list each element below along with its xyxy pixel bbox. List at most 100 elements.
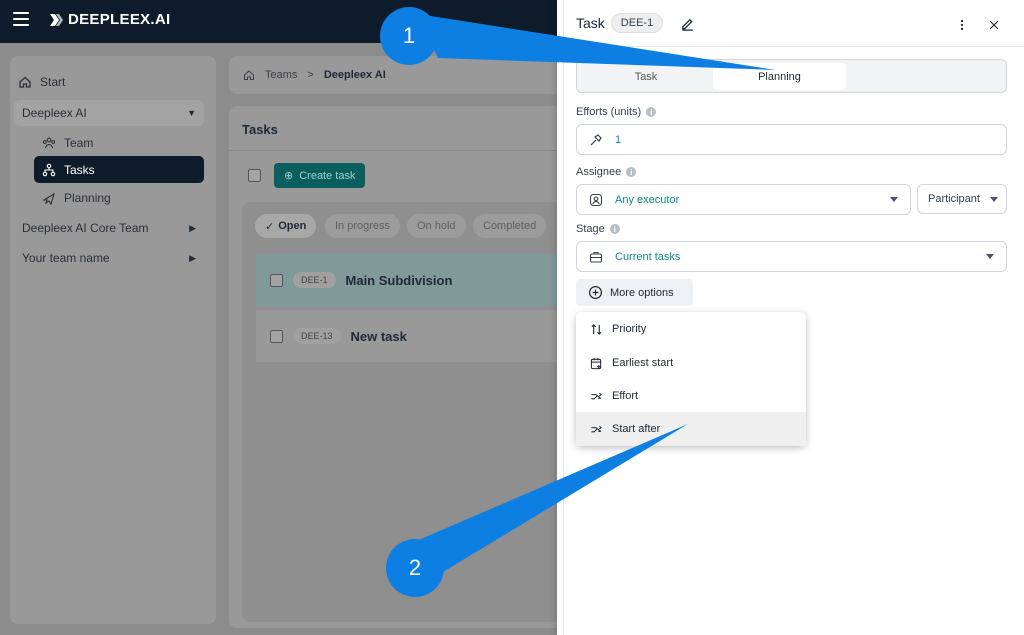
menu-icon[interactable] — [13, 12, 29, 26]
sidebar-item-label: Team — [64, 135, 94, 150]
menu-item-label: Effort — [612, 390, 639, 402]
menu-item-label: Priority — [612, 323, 647, 335]
sidebar-group-label: Deepleex AI — [22, 106, 87, 120]
divider — [563, 46, 1024, 47]
more-options-menu: Priority Earliest start Effort Start aft… — [576, 312, 806, 446]
more-options-label: More options — [610, 286, 674, 299]
chip-label: Completed — [483, 220, 537, 232]
menu-item-effort[interactable]: Effort — [576, 379, 806, 413]
hammer-icon — [590, 133, 602, 145]
sidebar-group-label: Deepleex AI Core Team — [22, 221, 149, 235]
logo-icon — [50, 13, 63, 26]
panel-header: Task DEE-1 — [576, 13, 697, 33]
task-name[interactable]: New task — [351, 329, 407, 344]
chip-label: On hold — [417, 220, 456, 232]
filter-chip-completed[interactable]: Completed — [473, 214, 547, 238]
efforts-value: 1 — [615, 133, 622, 146]
efforts-input[interactable]: 1 — [576, 124, 1007, 155]
divider — [229, 150, 569, 151]
menu-item-label: Earliest start — [612, 357, 674, 369]
tab-planning[interactable]: Planning — [713, 63, 846, 90]
callout-badge-2: 2 — [386, 539, 444, 597]
more-vertical-icon[interactable] — [952, 15, 972, 35]
calendar-plus-icon — [590, 357, 602, 369]
task-code: DEE-1 — [293, 272, 336, 288]
stage-select[interactable]: Current tasks — [576, 241, 1007, 272]
field-label-text: Assignee — [576, 166, 622, 178]
efforts-label: Efforts (units) i — [576, 106, 657, 118]
caret-right-icon: ▶ — [189, 222, 196, 233]
tasks-hierarchy-icon — [42, 163, 56, 176]
filter-chip-in-progress[interactable]: In progress — [325, 214, 401, 238]
task-detail-panel: Task DEE-1 Task Planning Efforts (units)… — [557, 0, 1024, 635]
menu-item-priority[interactable]: Priority — [576, 312, 806, 346]
participant-value: Participant — [928, 193, 980, 205]
chip-label: In progress — [335, 220, 391, 232]
caret-down-icon: ▼ — [187, 108, 196, 118]
chip-label: Open — [278, 220, 307, 232]
plus-circle-icon — [588, 285, 603, 300]
more-options-button[interactable]: More options — [576, 279, 693, 306]
menu-item-label: Start after — [612, 423, 661, 435]
stage-value: Current tasks — [615, 250, 681, 263]
info-icon[interactable]: i — [626, 167, 637, 177]
home-icon[interactable] — [243, 69, 255, 81]
menu-item-start-after[interactable]: Start after — [576, 412, 806, 446]
select-all-checkbox[interactable] — [248, 169, 261, 182]
task-code: DEE-13 — [293, 328, 341, 344]
briefcase-icon — [589, 251, 603, 263]
breadcrumb-parent[interactable]: Teams — [265, 69, 297, 81]
field-label-text: Stage — [576, 223, 605, 235]
chevron-down-icon — [890, 197, 898, 202]
create-task-label: Create task — [299, 169, 356, 182]
check-circle-icon: ✓ — [265, 220, 275, 233]
assignee-select[interactable]: Any executor — [576, 184, 911, 215]
sidebar-group-label: Your team name — [22, 251, 110, 265]
home-icon — [19, 76, 31, 88]
sidebar-item-label: Start — [40, 75, 66, 89]
team-icon — [42, 137, 56, 148]
task-name[interactable]: Main Subdivision — [346, 273, 453, 288]
breadcrumb-current: Deepleex AI — [323, 69, 386, 81]
table-row[interactable]: DEE-1 Main Subdivision — [256, 254, 569, 306]
sidebar-item-label: Planning — [64, 190, 111, 205]
filter-chip-open[interactable]: ✓ Open — [255, 214, 317, 238]
tab-task[interactable]: Task — [580, 63, 712, 90]
info-icon[interactable]: i — [609, 224, 620, 234]
assignee-label: Assignee i — [576, 166, 637, 178]
sort-arrows-icon — [591, 323, 602, 335]
task-id-badge: DEE-1 — [610, 13, 664, 33]
sidebar-group-core-team[interactable]: Deepleex AI Core Team ▶ — [14, 215, 204, 241]
sidebar-item-start[interactable]: Start — [18, 75, 65, 89]
chevron-down-icon — [986, 254, 994, 259]
row-checkbox[interactable] — [270, 273, 283, 287]
edit-pencil-icon[interactable] — [677, 13, 697, 33]
menu-item-earliest-start[interactable]: Earliest start — [576, 346, 806, 380]
callout-badge-1: 1 — [380, 7, 438, 65]
sidebar-item-planning[interactable]: Planning — [34, 184, 204, 211]
sidebar-item-tasks[interactable]: Tasks — [34, 156, 204, 183]
split-arrows-icon — [591, 425, 602, 432]
caret-right-icon: ▶ — [189, 252, 196, 263]
stage-label: Stage i — [576, 223, 620, 235]
filter-chip-on-hold[interactable]: On hold — [407, 214, 466, 238]
split-arrows-icon — [591, 392, 602, 399]
sidebar-group-deepleex-ai[interactable]: Deepleex AI ▼ — [14, 100, 204, 126]
tab-switcher: Task Planning — [576, 59, 1007, 93]
logo-text: DEEPLEEX.AI — [68, 11, 171, 28]
breadcrumb-separator: > — [307, 69, 314, 81]
sidebar-group-your-team[interactable]: Your team name ▶ — [14, 245, 204, 271]
sidebar-item-team[interactable]: Team — [34, 129, 204, 156]
chevron-down-icon — [990, 197, 998, 202]
row-checkbox[interactable] — [270, 329, 283, 343]
table-row[interactable]: DEE-13 New task — [256, 310, 569, 362]
create-task-button[interactable]: ⊕ Create task — [274, 163, 366, 188]
info-icon[interactable]: i — [646, 107, 657, 117]
tasks-title: Tasks — [242, 122, 278, 137]
close-icon[interactable] — [984, 15, 1004, 35]
plus-circle-icon: ⊕ — [284, 170, 294, 182]
field-label-text: Efforts (units) — [576, 106, 642, 118]
plane-icon — [42, 192, 55, 205]
app-logo[interactable]: DEEPLEEX.AI — [48, 11, 171, 28]
participant-role-select[interactable]: Participant — [917, 184, 1007, 214]
